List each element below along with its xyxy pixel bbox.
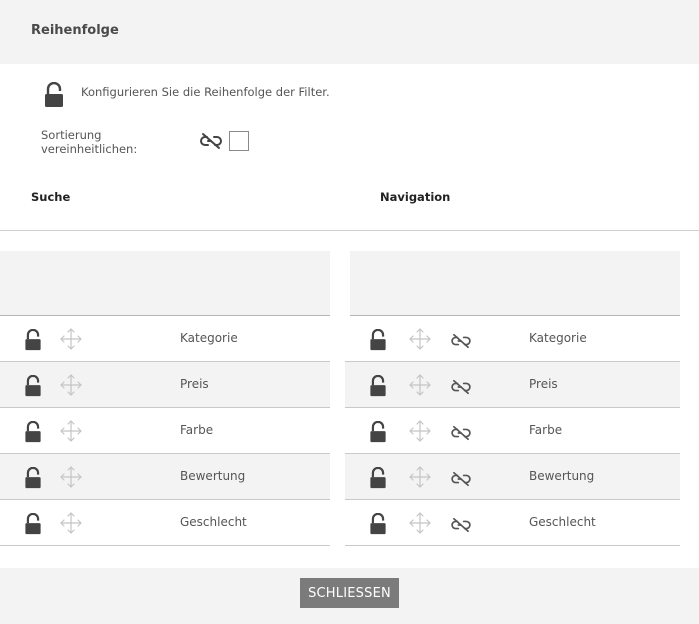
search-filter-row[interactable]: Bewertung	[0, 454, 330, 500]
lock-icon[interactable]	[369, 420, 387, 447]
sort-unify-checkbox[interactable]	[229, 131, 249, 151]
unlink-icon	[200, 133, 222, 149]
move-icon[interactable]	[60, 512, 82, 538]
lock-icon[interactable]	[24, 512, 42, 539]
lock-icon[interactable]	[369, 512, 387, 539]
unlink-icon[interactable]	[451, 425, 471, 445]
move-icon[interactable]	[409, 512, 431, 538]
navigation-filter-row[interactable]: Bewertung	[345, 454, 680, 500]
search-filter-label: Bewertung	[180, 469, 246, 483]
unlink-icon[interactable]	[451, 379, 471, 399]
navigation-filter-label: Bewertung	[529, 469, 595, 483]
search-filter-label: Farbe	[180, 423, 214, 437]
move-icon[interactable]	[60, 374, 82, 400]
unlink-icon[interactable]	[451, 471, 471, 491]
lock-icon	[45, 82, 63, 107]
navigation-filter-label: Farbe	[529, 423, 563, 437]
search-filter-row[interactable]: Farbe	[0, 408, 330, 454]
info-lock	[44, 82, 64, 110]
move-icon[interactable]	[60, 466, 82, 492]
navigation-filter-row[interactable]: Preis	[345, 362, 680, 408]
lock-icon[interactable]	[24, 374, 42, 401]
navigation-filter-label: Kategorie	[529, 331, 587, 345]
dialog-title: Reihenfolge	[31, 23, 119, 38]
lock-icon[interactable]	[24, 328, 42, 355]
move-icon[interactable]	[60, 328, 82, 354]
unlink-icon[interactable]	[451, 517, 471, 537]
move-icon[interactable]	[409, 328, 431, 354]
navigation-heading: Navigation	[380, 190, 451, 204]
search-heading: Suche	[31, 190, 71, 204]
lock-icon[interactable]	[24, 420, 42, 447]
close-button[interactable]: SCHLIESSEN	[300, 578, 399, 608]
move-icon[interactable]	[409, 466, 431, 492]
search-filter-label: Geschlecht	[180, 515, 247, 529]
navigation-filter-table: Kategorie Preis Farbe Bewertung Geschlecht	[345, 251, 680, 546]
sort-unify-label: Sortierung vereinheitlichen:	[41, 128, 138, 156]
move-icon[interactable]	[409, 420, 431, 446]
dialog-header: Reihenfolge	[0, 0, 699, 64]
navigation-filter-row[interactable]: Geschlecht	[345, 500, 680, 546]
info-text: Konfigurieren Sie die Reihenfolge der Fi…	[81, 85, 330, 99]
search-table-header	[0, 251, 330, 316]
move-icon[interactable]	[60, 420, 82, 446]
move-icon[interactable]	[409, 374, 431, 400]
lock-icon[interactable]	[369, 466, 387, 493]
navigation-filter-row[interactable]: Farbe	[345, 408, 680, 454]
lock-icon[interactable]	[369, 328, 387, 355]
lock-icon[interactable]	[24, 466, 42, 493]
search-filter-row[interactable]: Geschlecht	[0, 500, 330, 546]
navigation-filter-label: Geschlecht	[529, 515, 596, 529]
navigation-filter-row[interactable]: Kategorie	[345, 316, 680, 362]
navigation-table-header	[350, 251, 680, 316]
lock-icon[interactable]	[369, 374, 387, 401]
search-filter-row[interactable]: Preis	[0, 362, 330, 408]
unlink-icon[interactable]	[451, 333, 471, 353]
navigation-filter-label: Preis	[529, 377, 558, 391]
section-divider	[0, 230, 699, 231]
search-filter-row[interactable]: Kategorie	[0, 316, 330, 362]
search-filter-table: Kategorie Preis Farbe Bewertung Geschlecht	[0, 251, 330, 546]
search-filter-label: Kategorie	[180, 331, 238, 345]
search-filter-label: Preis	[180, 377, 209, 391]
